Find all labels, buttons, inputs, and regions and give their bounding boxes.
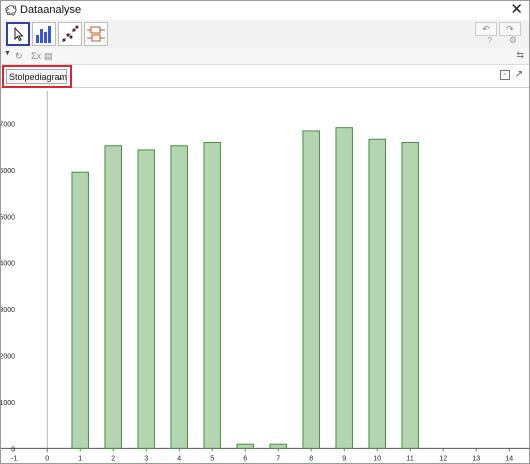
gear-icon[interactable]: ⚙ (509, 35, 517, 46)
export-icon[interactable]: ▫ (500, 70, 510, 80)
title-bar: Dataanalyse ✕ (1, 1, 529, 20)
scatter-tool-icon (61, 25, 79, 43)
x-tick-label: 4 (177, 455, 181, 462)
x-tick-label: 9 (342, 455, 346, 462)
bar (236, 443, 254, 449)
x-tick-label: 14 (505, 455, 513, 462)
toggle-panel-icon[interactable]: ⇆ (516, 50, 524, 61)
collapse-triangle-icon[interactable]: ▼ (4, 50, 11, 57)
chart-bars (71, 127, 419, 449)
undo-button[interactable]: ↶ (475, 22, 497, 36)
dropdown-highlight-box (2, 65, 72, 88)
bar (71, 171, 89, 449)
statistics-sigma-button[interactable]: Σx (31, 51, 41, 61)
bar (368, 138, 386, 449)
x-tick-label: 8 (309, 455, 313, 462)
app-icon (5, 5, 17, 16)
y-tick-label: 4000 (1, 261, 15, 268)
histogram-tool-button[interactable] (32, 22, 56, 46)
bar (335, 127, 353, 449)
x-tick-label: 0 (45, 455, 49, 462)
y-tick-label: 5000 (1, 214, 15, 221)
bar (170, 145, 188, 449)
toolbar: ↶ ↷ ? ⚙ (1, 20, 529, 49)
x-tick-label: 13 (472, 455, 480, 462)
histogram-tool-icon (36, 26, 51, 43)
detach-view-icon[interactable]: ↗ (515, 69, 523, 80)
help-icon[interactable]: ? (488, 36, 492, 45)
swap-variables-icon[interactable]: ↻ (15, 51, 23, 62)
bar (137, 149, 155, 449)
x-tick-label: 1 (78, 455, 82, 462)
y-tick-label: 7000 (1, 121, 15, 128)
y-tick-label: 3000 (1, 307, 15, 314)
y-tick-label: 1000 (1, 400, 15, 407)
x-tick-label: -1 (11, 455, 17, 462)
bar-chart: -1 0 1 2 3 4 5 6 7 8 9 10 11 12 13 14010002000300040005… (1, 91, 529, 462)
x-tick-label: 6 (243, 455, 247, 462)
boxplot-tool-icon (87, 26, 105, 42)
options-bar: ▼ ↻ Σx ▤ ⇆ (1, 48, 529, 65)
bar (104, 145, 122, 449)
bar (203, 142, 221, 449)
x-tick-label: 7 (276, 455, 280, 462)
x-tick-label: 12 (439, 455, 447, 462)
y-tick-label: 2000 (1, 354, 15, 361)
bar (269, 443, 287, 449)
x-tick-label: 10 (373, 455, 381, 462)
close-button[interactable]: ✕ (510, 2, 523, 18)
bar (302, 130, 320, 449)
boxplot-tool-button[interactable] (84, 22, 108, 46)
plot-header (1, 65, 529, 88)
window-title: Dataanalyse (20, 4, 82, 16)
scatter-tool-button[interactable] (58, 22, 82, 46)
redo-button[interactable]: ↷ (499, 22, 521, 36)
move-tool-icon (14, 26, 24, 42)
x-tick-label: 2 (111, 455, 115, 462)
y-tick-label: 6000 (1, 168, 15, 175)
x-tick-label: 5 (210, 455, 214, 462)
x-tick-label: 3 (144, 455, 148, 462)
data-table-icon[interactable]: ▤ (44, 51, 53, 62)
y-tick-label: 0 (11, 446, 15, 453)
move-tool-button[interactable] (6, 22, 30, 46)
x-tick-label: 11 (407, 455, 414, 462)
bar (401, 142, 419, 449)
data-analysis-window: Dataanalyse ✕ ↶ ↷ ? ⚙ ▼ ↻ Σx ▤ ⇆ Stolped… (0, 0, 530, 464)
